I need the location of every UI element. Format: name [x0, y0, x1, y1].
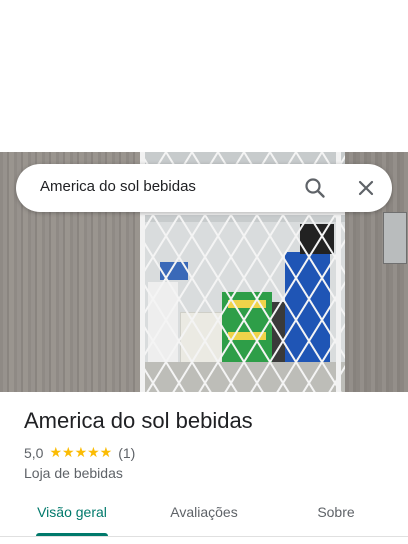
search-icon[interactable] [303, 176, 327, 200]
search-bar[interactable]: America do sol bebidas [16, 164, 392, 212]
search-input[interactable]: America do sol bebidas [40, 178, 196, 195]
rating-row[interactable]: 5,0 ★★★★★ (1) [24, 444, 135, 462]
place-category[interactable]: Loja de bebidas [24, 465, 123, 481]
close-icon[interactable] [354, 176, 378, 200]
place-title: America do sol bebidas [24, 408, 253, 433]
tab-reviews[interactable]: Avaliações [136, 504, 272, 520]
review-count[interactable]: (1) [118, 445, 135, 461]
tab-about[interactable]: Sobre [268, 504, 404, 520]
map-area-blank [0, 0, 408, 152]
star-rating-icon: ★★★★★ [49, 445, 113, 461]
divider [0, 536, 408, 537]
electric-meter [383, 212, 407, 264]
rating-value: 5,0 [24, 445, 44, 461]
place-tabs: Visão geral Avaliações Sobre [0, 494, 408, 536]
tab-overview[interactable]: Visão geral [4, 504, 140, 520]
